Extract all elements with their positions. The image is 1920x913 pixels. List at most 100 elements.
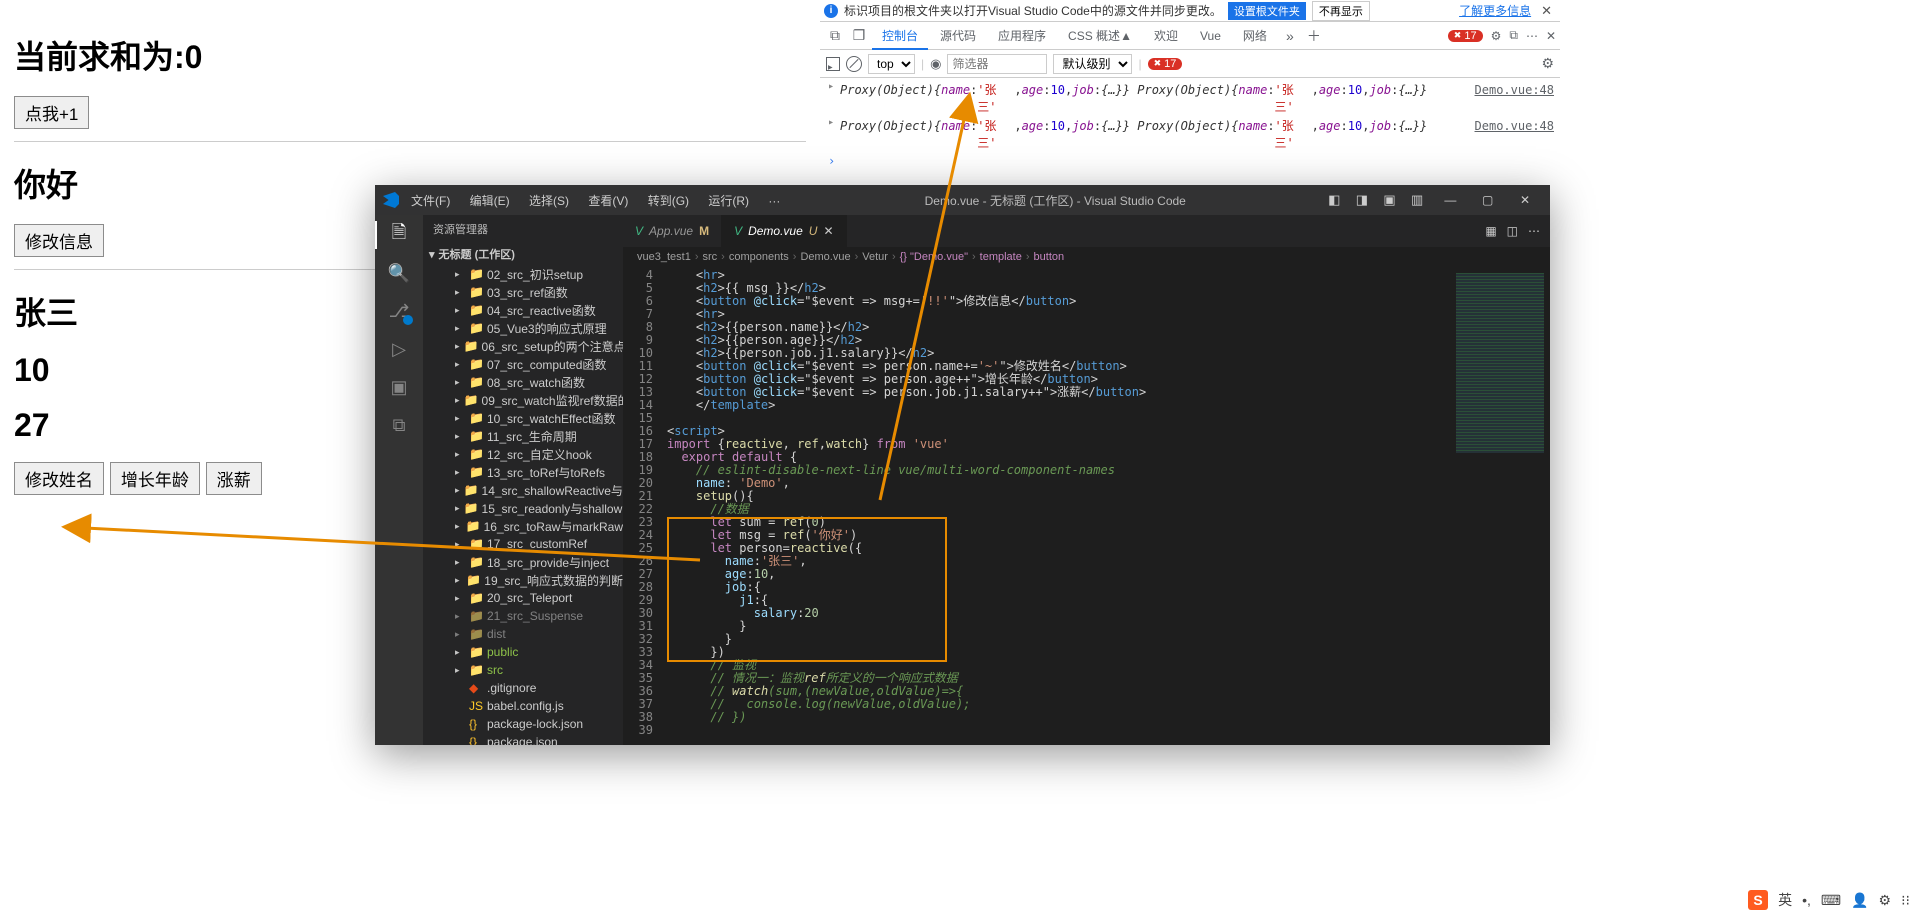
console-settings-icon[interactable]: ⚙ — [1541, 55, 1554, 72]
extensions-icon[interactable]: ▣ — [387, 375, 411, 399]
tab-demo-vue[interactable]: VDemo.vueU✕ — [722, 215, 846, 247]
layout-icon[interactable]: ▣ — [1377, 192, 1401, 207]
tree-node[interactable]: ▸📁04_src_reactive函数 — [423, 301, 623, 319]
tree-node[interactable]: ▸📁dist — [423, 625, 623, 643]
tree-node[interactable]: ◆.gitignore — [423, 679, 623, 697]
minimap[interactable] — [1450, 267, 1550, 745]
source-link[interactable]: Demo.vue:48 — [1435, 119, 1554, 133]
settings-icon[interactable]: ⚙ — [1879, 892, 1892, 909]
explorer-icon[interactable]: 🗎 — [387, 223, 411, 247]
tree-node[interactable]: ▸📁02_src_初识setup — [423, 265, 623, 283]
more-tools-icon[interactable]: ⁝⁝ — [1901, 892, 1910, 909]
tree-node[interactable]: ▸📁16_src_toRaw与markRaw — [423, 517, 623, 535]
source-link[interactable]: Demo.vue:48 — [1435, 83, 1554, 97]
menu-more[interactable]: ··· — [760, 194, 788, 208]
tree-node[interactable]: ▸📁14_src_shallowReactive与shallowRef — [423, 481, 623, 499]
tree-node[interactable]: ▸📁17_src_customRef — [423, 535, 623, 553]
error-count-badge[interactable]: 17 — [1448, 30, 1483, 42]
tab-console[interactable]: 控制台 — [872, 23, 928, 50]
elements-icon[interactable]: ❐ — [848, 27, 870, 44]
menu-view[interactable]: 查看(V) — [580, 194, 636, 208]
learn-more-link[interactable]: 了解更多信息 — [1459, 2, 1531, 19]
hidden-errors-badge[interactable]: 17 — [1148, 58, 1183, 70]
tree-node[interactable]: {}package.json — [423, 733, 623, 745]
layout-icon[interactable]: ◧ — [1322, 192, 1346, 207]
tree-node[interactable]: ▸📁15_src_readonly与shallowReadonly — [423, 499, 623, 517]
tree-node[interactable]: ▸📁10_src_watchEffect函数 — [423, 409, 623, 427]
menu-go[interactable]: 转到(G) — [640, 194, 697, 208]
more-tabs-icon[interactable]: » — [1279, 28, 1301, 44]
ime-punct-icon[interactable]: •, — [1802, 892, 1811, 908]
split-editor-icon[interactable]: ◫ — [1507, 224, 1518, 238]
tab-css-overview[interactable]: CSS 概述 ▲ — [1058, 22, 1142, 49]
tab-network[interactable]: 网络 — [1233, 22, 1277, 49]
toggle-console-icon[interactable] — [826, 57, 840, 71]
tree-node[interactable]: ▸📁20_src_Teleport — [423, 589, 623, 607]
log-level-select[interactable]: 默认级别 — [1053, 54, 1132, 74]
tree-node[interactable]: {}package-lock.json — [423, 715, 623, 733]
ime-lang[interactable]: 英 — [1778, 890, 1792, 910]
tab-application[interactable]: 应用程序 — [988, 22, 1056, 49]
tree-node[interactable]: ▸📁src — [423, 661, 623, 679]
source-control-icon[interactable]: ⎇ — [387, 299, 411, 323]
menu-file[interactable]: 文件(F) — [403, 194, 458, 208]
grow-age-button[interactable]: 增长年龄 — [110, 462, 200, 495]
tab-sources[interactable]: 源代码 — [930, 22, 986, 49]
close-devtools-icon[interactable]: ✕ — [1546, 29, 1556, 43]
menu-edit[interactable]: 编辑(E) — [462, 194, 518, 208]
tree-node[interactable]: ▸📁19_src_响应式数据的判断 — [423, 571, 623, 589]
tree-node[interactable]: ▸📁03_src_ref函数 — [423, 283, 623, 301]
dock-icon[interactable]: ⧉ — [1509, 28, 1518, 43]
tree-node[interactable]: ▸📁05_Vue3的响应式原理 — [423, 319, 623, 337]
console-prompt[interactable]: › — [820, 152, 1560, 170]
tree-node[interactable]: JSbabel.config.js — [423, 697, 623, 715]
tab-vue[interactable]: Vue — [1190, 22, 1231, 49]
close-window-icon[interactable]: ✕ — [1508, 193, 1542, 207]
layout-icon[interactable]: ▥ — [1405, 192, 1429, 207]
search-icon[interactable]: 🔍 — [387, 261, 411, 285]
toggle-preview-icon[interactable]: ▦ — [1485, 224, 1496, 238]
console-line[interactable]: ▸Proxy(Object) {name: '张三', age: 10, job… — [820, 80, 1560, 116]
set-root-button[interactable]: 设置根文件夹 — [1228, 2, 1306, 20]
settings-icon[interactable]: ⚙ — [1491, 29, 1502, 43]
more-actions-icon[interactable]: ⋯ — [1528, 224, 1540, 238]
live-expression-icon[interactable]: ◉ — [930, 56, 941, 72]
change-name-button[interactable]: 修改姓名 — [14, 462, 104, 495]
run-debug-icon[interactable]: ▷ — [387, 337, 411, 361]
menu-run[interactable]: 运行(R) — [700, 194, 757, 208]
breadcrumb[interactable]: vue3_test1›src›components›Demo.vue›Vetur… — [623, 247, 1550, 267]
keyboard-icon[interactable]: ⌨ — [1821, 892, 1841, 909]
tree-node[interactable]: ▸📁07_src_computed函数 — [423, 355, 623, 373]
code-editor[interactable]: 4567891011121314151617181920212223242526… — [623, 267, 1550, 745]
vscode-titlebar[interactable]: 文件(F) 编辑(E) 选择(S) 查看(V) 转到(G) 运行(R) ··· … — [375, 185, 1550, 215]
new-tab-icon[interactable]: ＋ — [1303, 26, 1325, 46]
more-icon[interactable]: ⋯ — [1526, 29, 1538, 43]
tree-node[interactable]: ▸📁12_src_自定义hook — [423, 445, 623, 463]
sogou-ime-icon[interactable]: S — [1748, 890, 1768, 910]
tree-node[interactable]: ▸📁18_src_provide与inject — [423, 553, 623, 571]
tree-node[interactable]: ▸📁13_src_toRef与toRefs — [423, 463, 623, 481]
raise-salary-button[interactable]: 涨薪 — [206, 462, 262, 495]
filter-input[interactable] — [947, 54, 1047, 74]
device-toolbar-icon[interactable]: ⧉ — [824, 27, 846, 44]
tree-node[interactable]: ▸📁public — [423, 643, 623, 661]
layout-icon[interactable]: ◨ — [1350, 192, 1374, 207]
do-not-show-button[interactable]: 不再显示 — [1312, 1, 1370, 21]
tree-node[interactable]: ▸📁11_src_生命周期 — [423, 427, 623, 445]
frame-select[interactable]: top — [868, 54, 915, 74]
tree-node[interactable]: ▸📁21_src_Suspense — [423, 607, 623, 625]
tree-node[interactable]: ▸📁08_src_watch函数 — [423, 373, 623, 391]
tree-node[interactable]: ▸📁09_src_watch监视ref数据的说明 — [423, 391, 623, 409]
minimize-icon[interactable]: — — [1433, 193, 1467, 207]
tab-welcome[interactable]: 欢迎 — [1144, 22, 1188, 49]
close-icon[interactable]: ✕ — [1537, 3, 1556, 19]
menu-selection[interactable]: 选择(S) — [521, 194, 577, 208]
change-msg-button[interactable]: 修改信息 — [14, 224, 104, 257]
workspace-root[interactable]: ▾ 无标题 (工作区) — [423, 243, 623, 265]
user-icon[interactable]: 👤 — [1851, 892, 1868, 909]
clear-console-icon[interactable] — [846, 56, 862, 72]
tab-app-vue[interactable]: VApp.vueM — [623, 215, 722, 247]
increment-button[interactable]: 点我+1 — [14, 96, 89, 129]
console-line[interactable]: ▸Proxy(Object) {name: '张三', age: 10, job… — [820, 116, 1560, 152]
remote-icon[interactable]: ⧉ — [387, 413, 411, 437]
